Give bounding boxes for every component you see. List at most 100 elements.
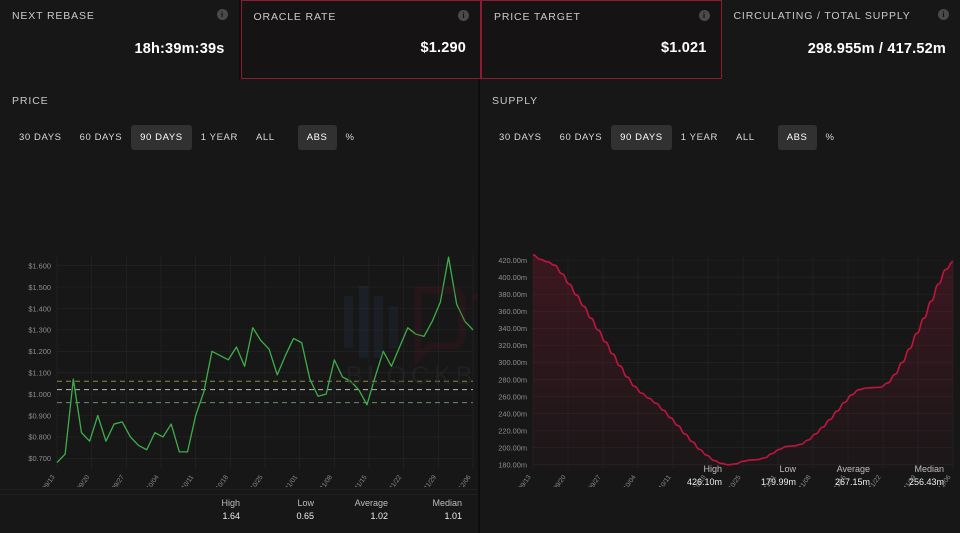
stat-label: PRICE TARGET (494, 11, 581, 23)
price-chart-area: $0.700 $0.800 $0.900 $1.000 $1.100 $1.200 $1.3… (0, 247, 478, 487)
svg-text:2020/09/20: 2020/09/20 (543, 474, 568, 487)
price-panel-title: PRICE (12, 95, 49, 107)
tab-price-all[interactable]: ALL (247, 125, 284, 150)
svg-text:300.00m: 300.00m (498, 358, 527, 367)
summary-low: Low 179.99m (744, 464, 796, 487)
svg-text:$1.200: $1.200 (28, 347, 51, 356)
svg-text:2020/09/13: 2020/09/13 (32, 474, 57, 487)
summary-value: 426.10m (686, 477, 722, 487)
summary-key: Low (779, 464, 796, 474)
stat-card-next-rebase: NEXT REBASE i 18h:39m:39s (0, 0, 241, 79)
tab-supply-all[interactable]: ALL (727, 125, 764, 150)
svg-text:2020/10/11: 2020/10/11 (171, 474, 196, 487)
stat-value: $1.290 (420, 40, 466, 56)
svg-text:380.00m: 380.00m (498, 290, 527, 299)
info-icon[interactable]: i (216, 9, 228, 20)
tab-supply-percent[interactable]: % (817, 125, 844, 150)
svg-text:180.00m: 180.00m (498, 461, 527, 470)
summary-key: Average (836, 464, 870, 474)
svg-text:2020/09/13: 2020/09/13 (508, 474, 533, 487)
stat-card-price-target: PRICE TARGET i $1.021 (481, 0, 722, 79)
svg-text:$1.100: $1.100 (28, 369, 51, 378)
svg-text:2020/10/18: 2020/10/18 (205, 474, 230, 487)
info-icon[interactable]: i (458, 10, 469, 21)
price-panel: PRICE 30 DAYS 60 DAYS 90 DAYS 1 YEAR ALL… (0, 79, 480, 533)
svg-text:$0.700: $0.700 (28, 454, 51, 463)
svg-text:$0.900: $0.900 (28, 411, 51, 420)
svg-text:320.00m: 320.00m (498, 341, 527, 350)
summary-key: Average (354, 498, 388, 508)
summary-low: Low 0.65 (262, 498, 314, 521)
stat-label: NEXT REBASE (12, 10, 95, 22)
svg-text:2020/11/08: 2020/11/08 (310, 474, 335, 487)
supply-range-tabs: 30 DAYS 60 DAYS 90 DAYS 1 YEAR ALL ABS % (490, 125, 960, 150)
summary-key: High (221, 498, 240, 508)
tab-supply-abs[interactable]: ABS (777, 125, 817, 150)
svg-text:2020/09/20: 2020/09/20 (67, 474, 92, 487)
svg-text:2020/10/04: 2020/10/04 (136, 474, 161, 487)
tab-price-percent[interactable]: % (337, 125, 364, 150)
svg-text:2020/11/22: 2020/11/22 (379, 474, 404, 487)
svg-text:$0.800: $0.800 (28, 433, 51, 442)
svg-text:2020/11/29: 2020/11/29 (414, 474, 439, 487)
panels-container: PRICE 30 DAYS 60 DAYS 90 DAYS 1 YEAR ALL… (0, 79, 960, 533)
supply-chart-svg: 180.00m 200.00m 220.00m 240.00m 260.00m 280.0… (498, 254, 954, 487)
summary-median: Median 1.01 (410, 498, 462, 521)
summary-high: High 1.64 (188, 498, 240, 521)
tab-price-1-year[interactable]: 1 YEAR (192, 125, 247, 150)
stat-value: 18h:39m:39s (134, 41, 225, 57)
info-icon[interactable]: i (698, 10, 710, 21)
svg-text:400.00m: 400.00m (498, 273, 527, 282)
svg-text:340.00m: 340.00m (498, 324, 527, 333)
tab-price-60-days[interactable]: 60 DAYS (71, 125, 132, 150)
supply-chart-area: 180.00m 200.00m 220.00m 240.00m 260.00m 280.0… (480, 247, 960, 487)
svg-text:2020/10/04: 2020/10/04 (613, 474, 638, 487)
summary-key: Low (297, 498, 314, 508)
summary-value: 179.99m (760, 477, 796, 487)
summary-value: 1.01 (444, 511, 462, 521)
summary-average: Average 267.15m (818, 464, 870, 487)
tab-supply-60-days[interactable]: 60 DAYS (551, 125, 612, 150)
svg-text:260.00m: 260.00m (498, 392, 527, 401)
svg-text:200.00m: 200.00m (498, 443, 527, 452)
tab-supply-30-days[interactable]: 30 DAYS (490, 125, 551, 150)
info-icon[interactable]: i (938, 9, 949, 20)
svg-text:2020/11/01: 2020/11/01 (275, 474, 300, 487)
stat-bar: NEXT REBASE i 18h:39m:39s ORACLE RATE i … (0, 0, 960, 79)
tab-supply-1-year[interactable]: 1 YEAR (672, 125, 727, 150)
svg-text:$1.300: $1.300 (28, 326, 51, 335)
price-range-tabs: 30 DAYS 60 DAYS 90 DAYS 1 YEAR ALL ABS % (10, 125, 478, 150)
supply-panel-title: SUPPLY (492, 95, 539, 107)
price-summary-stats: High 1.64 Low 0.65 Average 1.02 Median 1… (0, 489, 478, 533)
summary-value: 1.02 (370, 511, 388, 521)
svg-text:$1.400: $1.400 (28, 304, 51, 313)
dashboard-root: NEXT REBASE i 18h:39m:39s ORACLE RATE i … (0, 0, 960, 533)
tab-price-30-days[interactable]: 30 DAYS (10, 125, 71, 150)
svg-text:2020/09/27: 2020/09/27 (101, 474, 126, 487)
summary-value: 1.64 (222, 511, 240, 521)
svg-text:$1.600: $1.600 (28, 262, 51, 271)
svg-text:2020/12/06: 2020/12/06 (448, 474, 473, 487)
tab-supply-90-days[interactable]: 90 DAYS (611, 125, 672, 150)
stat-value: $1.021 (660, 40, 707, 56)
svg-text:$1.000: $1.000 (28, 390, 51, 399)
summary-key: Median (432, 498, 462, 508)
svg-text:$1.500: $1.500 (28, 283, 51, 292)
supply-panel: SUPPLY 30 DAYS 60 DAYS 90 DAYS 1 YEAR AL… (480, 79, 960, 533)
summary-average: Average 1.02 (336, 498, 388, 521)
svg-text:240.00m: 240.00m (498, 409, 527, 418)
summary-value: 0.65 (296, 511, 314, 521)
stat-card-circulating-total-supply: CIRCULATING / TOTAL SUPPLY i 298.955m / … (721, 0, 960, 79)
tab-price-90-days[interactable]: 90 DAYS (131, 125, 192, 150)
svg-text:420.00m: 420.00m (498, 256, 527, 265)
summary-median: Median 256.43m (892, 464, 944, 487)
tab-price-abs[interactable]: ABS (297, 125, 337, 150)
stat-value: 298.955m / 417.52m (807, 41, 946, 57)
svg-text:2020/10/25: 2020/10/25 (240, 474, 265, 487)
summary-high: High 426.10m (670, 464, 722, 487)
svg-text:220.00m: 220.00m (498, 426, 527, 435)
stat-label: CIRCULATING / TOTAL SUPPLY (733, 10, 911, 22)
price-chart-svg: $0.700 $0.800 $0.900 $1.000 $1.100 $1.200 $1.3… (28, 255, 474, 487)
stat-label: ORACLE RATE (253, 11, 337, 23)
summary-key: High (703, 464, 722, 474)
